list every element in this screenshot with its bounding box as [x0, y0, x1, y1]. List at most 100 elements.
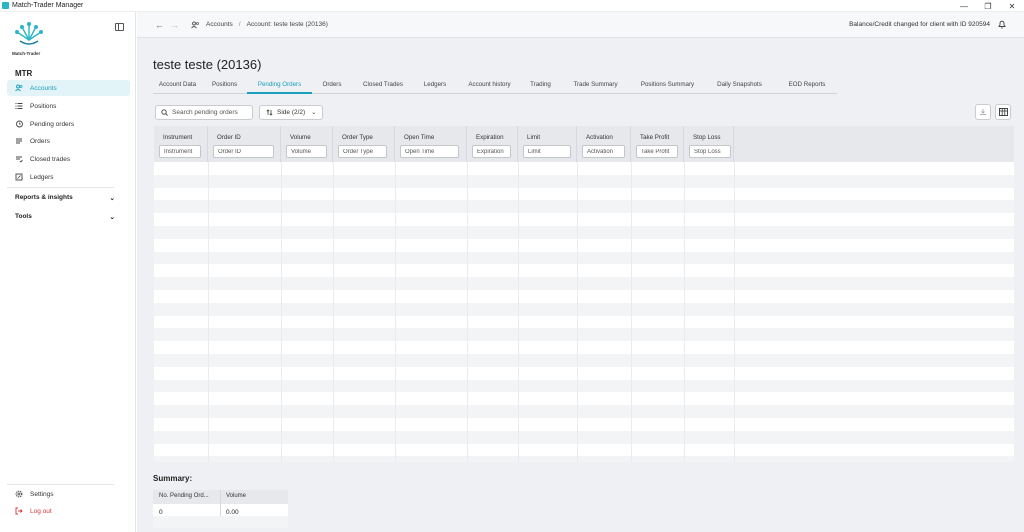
sidebar-collapse-icon[interactable] — [115, 23, 124, 31]
minimize-button[interactable]: — — [952, 0, 976, 12]
column-order-id: Order ID — [208, 126, 281, 162]
column-label: Activation — [586, 134, 613, 141]
table-row — [154, 430, 1014, 444]
filter-take-profit-input[interactable] — [636, 145, 678, 158]
filter-order-type-input[interactable] — [338, 145, 387, 158]
summary-header-count: No. Pending Ord... — [159, 493, 209, 499]
tab-account-data[interactable]: Account Data — [153, 78, 202, 94]
users-icon — [15, 84, 23, 92]
brand-name: MTR — [15, 69, 33, 78]
table-row — [154, 251, 1014, 265]
side-filter-label: Side (2/2) — [277, 109, 306, 116]
table-row — [154, 379, 1014, 393]
column-instrument: Instrument — [154, 126, 208, 162]
side-filter-button[interactable]: Side (2/2) ⌄ — [259, 105, 323, 120]
summary-row-empty — [153, 516, 288, 528]
filter-volume-input[interactable] — [286, 145, 327, 158]
breadcrumb-accounts[interactable]: Accounts — [206, 21, 233, 28]
table-row — [154, 418, 1014, 431]
filter-activation-input[interactable] — [582, 145, 625, 158]
back-arrow-icon[interactable]: ← — [155, 20, 164, 30]
sidebar-item-positions[interactable]: Positions — [7, 98, 130, 114]
chevron-down-icon: ⌄ — [109, 214, 115, 221]
tab-pending-orders[interactable]: Pending Orders — [247, 78, 312, 94]
tab-closed-trades[interactable]: Closed Trades — [352, 78, 414, 94]
sidebar-item-ledgers[interactable]: Ledgers — [7, 169, 130, 185]
download-icon — [980, 109, 986, 115]
download-button[interactable] — [975, 104, 991, 120]
column-label: Order ID — [217, 134, 241, 141]
nav-group-reports[interactable]: Reports & insights ⌄ — [15, 194, 115, 202]
filter-stop-loss-input[interactable] — [689, 145, 731, 158]
gear-icon — [15, 490, 23, 498]
column-divider — [577, 162, 578, 462]
sidebar-item-label: Orders — [30, 137, 50, 145]
sidebar-item-logout[interactable]: Log out — [7, 503, 130, 519]
sidebar-item-orders[interactable]: Orders — [7, 133, 130, 149]
column-divider — [518, 162, 519, 462]
column-divider — [631, 162, 632, 462]
tab-eod-reports[interactable]: EOD Reports — [777, 78, 837, 94]
sidebar-item-accounts[interactable]: Accounts — [7, 80, 130, 96]
table-row — [154, 354, 1014, 367]
tab-trade-summary[interactable]: Trade Summary — [558, 78, 633, 94]
table-row — [154, 315, 1014, 329]
table-row — [154, 456, 1014, 462]
ledger-icon — [15, 173, 23, 181]
column-stop-loss: Stop Loss — [684, 126, 734, 162]
tab-ledgers[interactable]: Ledgers — [414, 78, 456, 94]
table-row — [154, 392, 1014, 406]
sidebar-item-closed-trades[interactable]: Closed trades — [7, 151, 130, 167]
search-input[interactable] — [172, 109, 252, 116]
maximize-button[interactable]: ❐ — [976, 0, 1000, 12]
table-row — [154, 264, 1014, 278]
sidebar-item-settings[interactable]: Settings — [7, 486, 130, 502]
sidebar-item-label: Settings — [30, 490, 54, 498]
filter-open-time-input[interactable] — [400, 145, 459, 158]
table-row — [154, 200, 1014, 214]
sort-icon — [266, 109, 273, 116]
tab-orders[interactable]: Orders — [312, 78, 352, 94]
close-button[interactable]: ✕ — [1000, 0, 1024, 12]
users-icon — [191, 21, 199, 28]
columns-button[interactable] — [995, 104, 1011, 120]
table-row — [154, 405, 1014, 418]
tab-trading[interactable]: Trading — [523, 78, 558, 94]
search-box[interactable] — [155, 105, 253, 120]
pending-orders-table: Instrument Order ID Volume Order Type Op… — [154, 126, 1014, 462]
column-divider — [281, 162, 282, 462]
filter-instrument-input[interactable] — [159, 145, 201, 158]
column-limit: Limit — [518, 126, 577, 162]
tab-positions-summary[interactable]: Positions Summary — [633, 78, 702, 94]
table-row — [154, 213, 1014, 226]
tab-positions[interactable]: Positions — [202, 78, 247, 94]
pending-icon — [15, 120, 23, 128]
sidebar-item-label: Ledgers — [30, 173, 54, 181]
breadcrumb-current: Account: teste teste (20136) — [246, 21, 328, 28]
table-row — [154, 328, 1014, 342]
list-icon — [15, 102, 23, 110]
sidebar-item-pending-orders[interactable]: Pending orders — [7, 116, 130, 132]
table-row — [154, 341, 1014, 354]
divider — [220, 490, 221, 516]
match-trader-logo — [15, 22, 43, 45]
summary-header-volume: Volume — [226, 493, 247, 499]
sidebar: Match-Trader MTR Accounts Positions Pend… — [0, 12, 136, 532]
column-expiration: Expiration — [467, 126, 518, 162]
tab-account-history[interactable]: Account history — [456, 78, 523, 94]
filter-limit-input[interactable] — [523, 145, 571, 158]
filter-expiration-input[interactable] — [472, 145, 511, 158]
table-row — [154, 162, 1014, 175]
forward-arrow-icon[interactable]: → — [170, 20, 179, 30]
columns-icon — [998, 108, 1008, 116]
table-row — [154, 187, 1014, 201]
top-bar: ← → Accounts / Account: teste teste (201… — [137, 12, 1024, 38]
filter-order-id-input[interactable] — [213, 145, 274, 158]
chevron-down-icon: ⌄ — [109, 195, 115, 202]
nav-group-tools[interactable]: Tools ⌄ — [15, 213, 115, 221]
orders-icon — [15, 137, 23, 145]
app-icon — [2, 2, 9, 9]
column-divider — [395, 162, 396, 462]
bell-icon[interactable] — [998, 20, 1006, 29]
tab-daily-snapshots[interactable]: Daily Snapshots — [702, 78, 777, 94]
